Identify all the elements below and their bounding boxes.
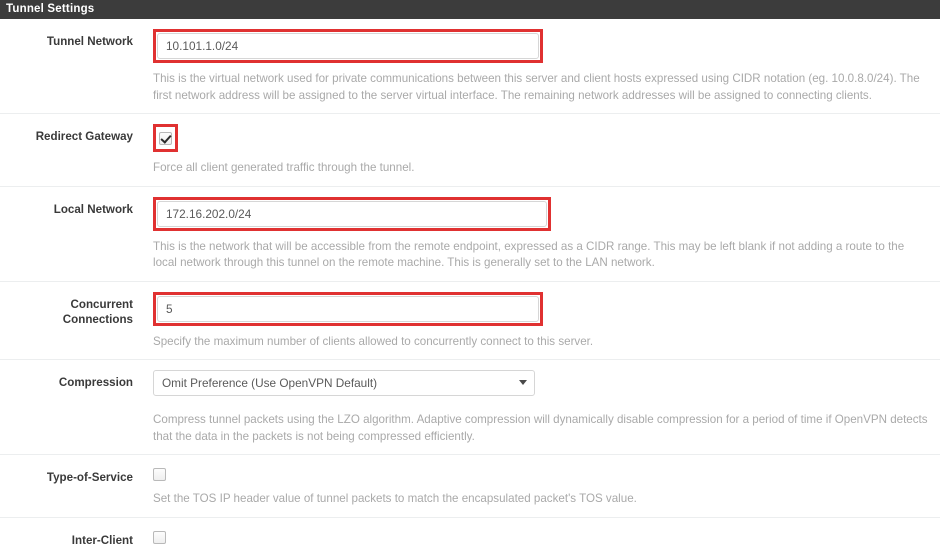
help-concurrent-connections: Specify the maximum number of clients al… <box>153 334 594 348</box>
help-tunnel-network: This is the virtual network used for pri… <box>153 72 920 102</box>
label-type-of-service: Type-of-Service <box>46 471 133 484</box>
panel-title: Tunnel Settings <box>0 0 940 19</box>
field-type-of-service: Set the TOS IP header value of tunnel pa… <box>133 465 940 508</box>
concurrent-connections-input[interactable]: 5 <box>157 295 539 322</box>
label-redirect-gateway: Redirect Gateway <box>35 130 133 143</box>
form-row-type-of-service: Type-of-Service Set the TOS IP header va… <box>0 455 940 518</box>
help-type-of-service: Set the TOS IP header value of tunnel pa… <box>153 492 637 505</box>
form-row-tunnel-network: Tunnel Network 10.101.1.0/24 This is the… <box>0 19 940 114</box>
highlight-box-concurrent-connections: 5 <box>153 291 543 326</box>
help-compression: Compress tunnel packets using the LZO al… <box>153 413 928 443</box>
field-tunnel-network: 10.101.1.0/24 This is the virtual networ… <box>133 29 940 104</box>
field-concurrent-connections: 5 Specify the maximum number of clients … <box>133 291 940 351</box>
field-compression: Omit Preference (Use OpenVPN Default) Co… <box>133 370 940 445</box>
label-local-network: Local Network <box>53 202 133 216</box>
label-inter-client-communication: Inter-Client Communication <box>45 533 133 550</box>
tunnel-network-input[interactable]: 10.101.1.0/24 <box>157 33 539 59</box>
compression-selected-value: Omit Preference (Use OpenVPN Default) <box>162 376 378 390</box>
local-network-input[interactable]: 172.16.202.0/24 <box>157 200 547 227</box>
settings-form: Tunnel Network 10.101.1.0/24 This is the… <box>0 19 940 550</box>
label-compression: Compression <box>58 376 133 389</box>
tunnel-settings-panel: Tunnel Settings Tunnel Network 10.101.1.… <box>0 0 940 550</box>
field-redirect-gateway: Force all client generated traffic throu… <box>133 124 940 177</box>
form-row-local-network: Local Network 172.16.202.0/24 This is th… <box>0 187 940 282</box>
redirect-gateway-checkbox[interactable] <box>159 132 172 145</box>
label-tunnel-network: Tunnel Network <box>46 35 133 48</box>
help-local-network: This is the network that will be accessi… <box>153 239 905 270</box>
form-row-concurrent-connections: Concurrent Connections 5 Specify the max… <box>0 282 940 360</box>
chevron-down-icon <box>519 380 527 385</box>
highlight-box-tunnel-network: 10.101.1.0/24 <box>153 29 543 63</box>
label-concurrent-connections: Concurrent Connections <box>62 297 133 326</box>
field-inter-client-communication: Allow communication between clients conn… <box>133 528 940 550</box>
help-redirect-gateway: Force all client generated traffic throu… <box>153 161 415 174</box>
form-row-compression: Compression Omit Preference (Use OpenVPN… <box>0 360 940 455</box>
form-row-redirect-gateway: Redirect Gateway Force all client genera… <box>0 114 940 187</box>
highlight-box-redirect-gateway <box>153 124 178 152</box>
compression-select[interactable]: Omit Preference (Use OpenVPN Default) <box>153 370 535 396</box>
field-local-network: 172.16.202.0/24 This is the network that… <box>133 196 940 272</box>
inter-client-communication-checkbox[interactable] <box>153 530 166 544</box>
type-of-service-checkbox[interactable] <box>153 468 166 481</box>
highlight-box-local-network: 172.16.202.0/24 <box>153 196 551 231</box>
form-row-inter-client-communication: Inter-Client Communication Allow communi… <box>0 518 940 550</box>
